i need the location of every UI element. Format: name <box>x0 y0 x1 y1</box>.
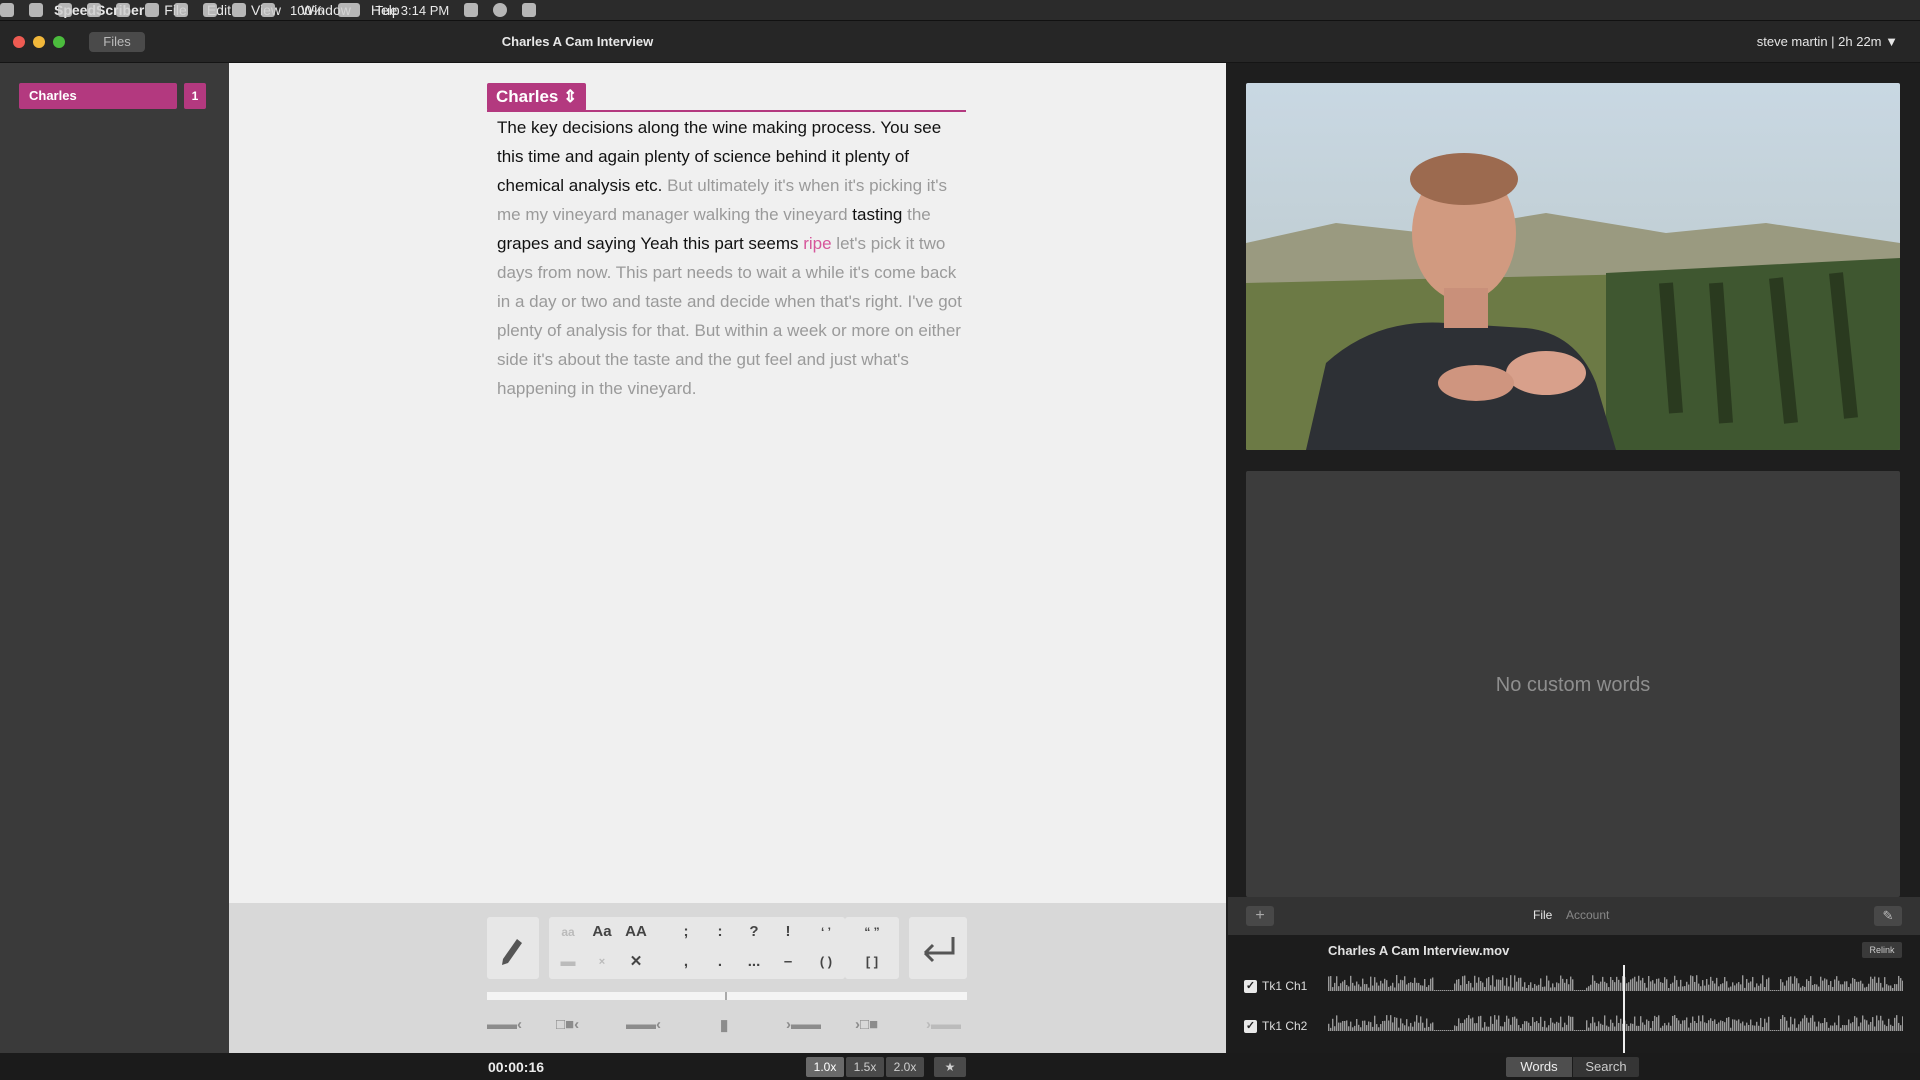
progress-fill <box>487 992 727 1000</box>
formatting-tool-box: aa Aa AA ; : ? ! ‘ ’ ▬ × ✕ , . ... – ( ) <box>549 917 845 979</box>
brackets-button[interactable]: [ ] <box>857 950 887 974</box>
wifi-icon[interactable] <box>203 3 217 17</box>
media-filename: Charles A Cam Interview.mov <box>1328 943 1510 958</box>
volume-icon[interactable] <box>261 3 275 17</box>
tab-search[interactable]: Search <box>1573 1057 1639 1077</box>
favorite-star-button[interactable]: ★ <box>934 1057 966 1077</box>
transcript-segment[interactable]: the <box>902 205 931 224</box>
spotlight-search-icon[interactable] <box>464 3 479 17</box>
track-2-checkbox[interactable]: ✓ <box>1244 1019 1257 1033</box>
single-quotes-button[interactable]: ‘ ’ <box>811 920 841 944</box>
play-position-icon[interactable]: ▮ <box>720 1016 728 1034</box>
period-button[interactable]: . <box>705 950 735 974</box>
quotes-tool-box: “ ” [ ] <box>845 917 899 979</box>
speaker-sidebar: Charles 1 <box>0 63 229 1053</box>
battery-icon[interactable] <box>338 3 361 17</box>
cloud-icon[interactable] <box>29 3 43 17</box>
user-account-menu[interactable]: steve martin | 2h 22m ▼ <box>1757 34 1898 49</box>
join-words-icon[interactable]: ▬ <box>553 950 583 974</box>
track-1-checkbox[interactable]: ✓ <box>1244 979 1257 993</box>
tab-account[interactable]: Account <box>1566 908 1609 922</box>
info-icon[interactable] <box>87 3 101 17</box>
edit-toolbar: aa Aa AA ; : ? ! ‘ ’ ▬ × ✕ , . ... – ( )… <box>229 903 1226 1053</box>
notification-center-icon[interactable] <box>522 3 537 17</box>
panel-footer: + File Account ✎ <box>1228 897 1920 935</box>
speaker-dropdown[interactable]: Charles ⇕ <box>487 83 587 111</box>
small-delete-icon[interactable]: × <box>587 950 617 974</box>
video-preview[interactable] <box>1246 83 1900 450</box>
pencil-icon[interactable] <box>487 917 539 979</box>
sidebar-speaker-charles[interactable]: Charles <box>19 83 177 109</box>
colon-button[interactable]: : <box>705 920 735 944</box>
track-1-waveform[interactable] <box>1328 975 1903 997</box>
semicolon-button[interactable]: ; <box>671 920 701 944</box>
question-button[interactable]: ? <box>739 920 769 944</box>
speaker-divider <box>487 110 966 112</box>
transcript-progress-bar[interactable] <box>487 992 967 1000</box>
transcript-segment[interactable]: tasting <box>852 205 902 224</box>
next-segment-icon[interactable]: ›□■ <box>855 1016 878 1033</box>
screen-record-icon[interactable] <box>0 3 14 17</box>
transcript-segment[interactable]: ripe <box>803 234 831 253</box>
playhead[interactable] <box>1623 965 1625 1053</box>
arrows-icon[interactable] <box>116 3 130 17</box>
track-1: ✓ Tk1 Ch1 <box>1244 979 1307 993</box>
custom-words-panel: No custom words <box>1246 471 1900 897</box>
exclamation-button[interactable]: ! <box>773 920 803 944</box>
menu-bar: SpeedScriber File Edit View Window Help … <box>0 0 1920 21</box>
speaker-count-badge: 1 <box>184 83 206 109</box>
tab-words[interactable]: Words <box>1506 1057 1572 1077</box>
clock[interactable]: Tue 3:14 PM <box>375 3 449 18</box>
window-titlebar: Files Charles A Cam Interview steve mart… <box>0 21 1920 63</box>
ellipsis-button[interactable]: ... <box>739 950 769 974</box>
return-tool-box <box>909 917 967 979</box>
relink-button[interactable]: Relink <box>1862 942 1902 958</box>
prev-segment-icon[interactable]: □■‹ <box>556 1016 579 1033</box>
track-1-label: Tk1 Ch1 <box>1262 979 1308 993</box>
siri-icon[interactable] <box>493 3 508 17</box>
double-quotes-button[interactable]: “ ” <box>857 920 887 944</box>
lowercase-button[interactable]: aa <box>553 920 583 944</box>
bluetooth-icon[interactable] <box>174 3 188 17</box>
next-word-icon[interactable]: ›▬▬ <box>786 1016 821 1033</box>
video-frame-image <box>1246 83 1900 450</box>
track-2-waveform[interactable] <box>1328 1015 1903 1037</box>
transcript-segment[interactable]: let's pick it two days from now. This pa… <box>497 234 962 398</box>
dash-button[interactable]: – <box>773 950 803 974</box>
titlecase-button[interactable]: Aa <box>587 920 617 944</box>
prev-word-icon[interactable]: ▬▬‹ <box>626 1016 661 1033</box>
comma-button[interactable]: , <box>671 950 701 974</box>
transcript-text[interactable]: The key decisions along the wine making … <box>497 113 972 403</box>
battery-percent: 100% <box>290 2 324 18</box>
speed-2x-button[interactable]: 2.0x <box>886 1057 924 1077</box>
status-icons: 100% Tue 3:14 PM <box>0 2 537 18</box>
edit-pencil-button[interactable]: ✎ <box>1874 906 1902 926</box>
jump-end-icon[interactable]: ›▬▬ <box>926 1016 961 1033</box>
add-word-button[interactable]: + <box>1246 906 1274 926</box>
speed-1x-button[interactable]: 1.0x <box>806 1057 844 1077</box>
transcript-editor[interactable]: Charles ⇕ The key decisions along the wi… <box>229 63 1226 903</box>
audio-tracks-panel: Charles A Cam Interview.mov Relink ✓ Tk1… <box>1228 935 1920 1053</box>
window-title: Charles A Cam Interview <box>501 34 654 49</box>
track-2-label: Tk1 Ch2 <box>1262 1019 1308 1033</box>
dropbox-icon[interactable] <box>58 3 72 17</box>
track-2: ✓ Tk1 Ch2 <box>1244 1019 1307 1033</box>
tab-file[interactable]: File <box>1533 908 1552 922</box>
timecode: 00:00:16 <box>488 1059 545 1075</box>
jump-start-icon[interactable]: ▬▬‹ <box>487 1016 522 1033</box>
return-key-icon[interactable] <box>909 917 967 979</box>
airplay-icon[interactable] <box>232 3 246 17</box>
badge-icon[interactable] <box>145 3 159 17</box>
speed-1-5x-button[interactable]: 1.5x <box>846 1057 884 1077</box>
delete-button[interactable]: ✕ <box>621 950 651 974</box>
transcript-segment[interactable]: grapes and saying Yeah this part seems <box>497 234 798 253</box>
parentheses-button[interactable]: ( ) <box>811 950 841 974</box>
uppercase-button[interactable]: AA <box>621 920 651 944</box>
pencil-tool-box <box>487 917 539 979</box>
bottom-status-bar: 00:00:16 1.0x 1.5x 2.0x ★ Words Search <box>0 1053 1920 1080</box>
empty-state-message: No custom words <box>1495 674 1651 696</box>
